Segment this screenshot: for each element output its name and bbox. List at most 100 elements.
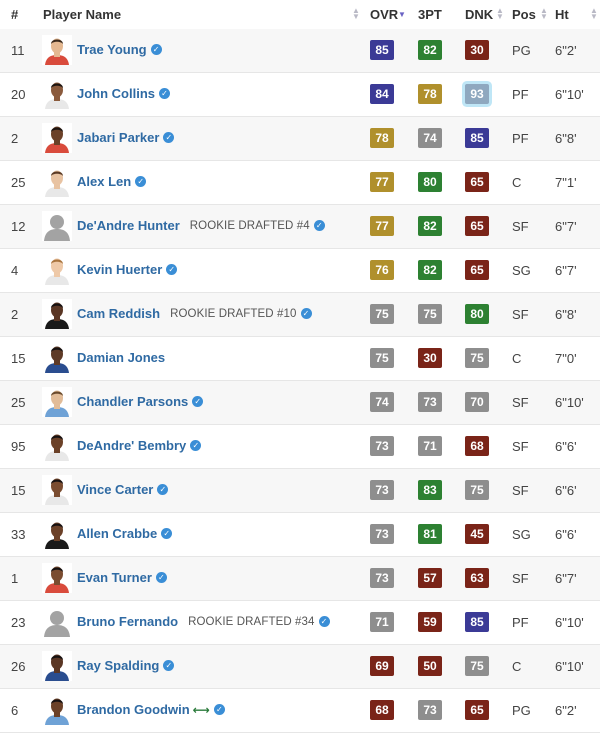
ovr-rating-badge: 84 bbox=[370, 84, 394, 104]
player-name-link[interactable]: Trae Young bbox=[77, 42, 147, 57]
player-avatar[interactable] bbox=[42, 343, 72, 373]
col-header-height[interactable]: Ht bbox=[555, 7, 569, 22]
dunk-rating-badge: 70 bbox=[465, 392, 489, 412]
verified-icon: ✓ bbox=[192, 396, 204, 407]
table-row[interactable]: 15 Vince Carter ✓ 73 83 75 SF 6"6' bbox=[0, 469, 600, 513]
jersey-number: 26 bbox=[11, 659, 26, 674]
table-row[interactable]: 25 Chandler Parsons ✓ 74 73 70 SF 6"10' bbox=[0, 381, 600, 425]
table-row[interactable]: 25 Alex Len ✓ 77 80 65 C 7"1' bbox=[0, 161, 600, 205]
table-row[interactable]: 2 Cam Reddish ROOKIE DRAFTED #10 ✓ 75 75 80 SF 6… bbox=[0, 293, 600, 337]
position: PF bbox=[512, 131, 529, 146]
player-name-link[interactable]: Jabari Parker bbox=[77, 130, 159, 145]
player-name-link[interactable]: Evan Turner bbox=[77, 570, 152, 585]
player-avatar[interactable] bbox=[42, 695, 72, 725]
rookie-label: ROOKIE DRAFTED #4 bbox=[189, 219, 310, 232]
player-avatar[interactable] bbox=[42, 563, 72, 593]
player-name-link[interactable]: Damian Jones bbox=[77, 350, 165, 365]
three-point-rating-badge: 82 bbox=[418, 40, 442, 60]
table-row[interactable]: 20 John Collins ✓ 84 78 93 PF 6"10' bbox=[0, 73, 600, 117]
player-name-link[interactable]: De'Andre Hunter bbox=[77, 218, 180, 233]
sort-desc-active-icon[interactable]: ▼ bbox=[398, 10, 406, 19]
player-name-link[interactable]: Chandler Parsons bbox=[77, 394, 188, 409]
ovr-rating-badge: 73 bbox=[370, 480, 394, 500]
player-avatar[interactable] bbox=[42, 387, 72, 417]
player-name-link[interactable]: Alex Len bbox=[77, 174, 131, 189]
position: SF bbox=[512, 219, 529, 234]
player-name-link[interactable]: Vince Carter bbox=[77, 482, 153, 497]
height: 6"7' bbox=[555, 219, 577, 234]
player-avatar[interactable] bbox=[42, 519, 72, 549]
table-row[interactable]: 95 DeAndre' Bembry ✓ 73 71 68 SF 6"6' bbox=[0, 425, 600, 469]
sort-icon[interactable]: ▲ ▼ bbox=[540, 7, 548, 21]
player-avatar[interactable] bbox=[42, 607, 72, 637]
height: 7"0' bbox=[555, 351, 577, 366]
player-name-cell: DeAndre' Bembry ✓ bbox=[77, 438, 202, 453]
player-name-link[interactable]: Cam Reddish bbox=[77, 306, 160, 321]
player-name-link[interactable]: Brandon Goodwin bbox=[77, 702, 190, 717]
table-row[interactable]: 12 De'Andre Hunter ROOKIE DRAFTED #4 ✓ 77 82 6… bbox=[0, 205, 600, 249]
height: 6"10' bbox=[555, 615, 584, 630]
player-name-link[interactable]: DeAndre' Bembry bbox=[77, 438, 186, 453]
col-header-pos[interactable]: Pos bbox=[512, 7, 536, 22]
sort-icon[interactable]: ▲ ▼ bbox=[590, 7, 598, 21]
player-name-link[interactable]: Kevin Huerter bbox=[77, 262, 162, 277]
table-row[interactable]: 11 Trae Young ✓ 85 82 30 PG 6"2' bbox=[0, 29, 600, 73]
dunk-rating-badge: 65 bbox=[465, 260, 489, 280]
verified-icon: ✓ bbox=[159, 88, 170, 99]
col-header-dnk[interactable]: DNK bbox=[465, 7, 493, 22]
three-point-rating-badge: 80 bbox=[418, 172, 442, 192]
player-name-cell: Bruno Fernando ROOKIE DRAFTED #34 ✓ bbox=[77, 614, 330, 629]
player-avatar[interactable] bbox=[42, 431, 72, 461]
table-row[interactable]: 2 Jabari Parker ✓ 78 74 85 PF 6"8' bbox=[0, 117, 600, 161]
table-row[interactable]: 23 Bruno Fernando ROOKIE DRAFTED #34 ✓ 71 59 8… bbox=[0, 601, 600, 645]
sort-icon[interactable]: ▲ ▼ bbox=[352, 7, 360, 21]
rookie-label: ROOKIE DRAFTED #34 bbox=[188, 615, 315, 628]
verified-icon: ✓ bbox=[313, 220, 325, 231]
col-header-number[interactable]: # bbox=[11, 7, 18, 22]
player-avatar[interactable] bbox=[42, 35, 72, 65]
player-name-link[interactable]: Allen Crabbe bbox=[77, 526, 157, 541]
col-header-ovr[interactable]: OVR bbox=[370, 7, 398, 22]
position: SG bbox=[512, 263, 531, 278]
height: 6"7' bbox=[555, 571, 577, 586]
rookie-label: ROOKIE DRAFTED #10 bbox=[170, 307, 297, 320]
three-point-rating-badge: 74 bbox=[418, 128, 442, 148]
table-row[interactable]: 1 Evan Turner ✓ 73 57 63 SF 6"7' bbox=[0, 557, 600, 601]
ovr-rating-badge: 85 bbox=[370, 40, 394, 60]
player-avatar[interactable] bbox=[42, 299, 72, 329]
player-avatar[interactable] bbox=[42, 211, 72, 241]
player-avatar[interactable] bbox=[42, 79, 72, 109]
verified-icon: ✓ bbox=[135, 176, 147, 187]
ovr-rating-badge: 75 bbox=[370, 348, 394, 368]
table-row[interactable]: 26 Ray Spalding ✓ 69 50 75 C 6"10' bbox=[0, 645, 600, 689]
position: C bbox=[512, 175, 522, 190]
ovr-rating-badge: 77 bbox=[370, 216, 394, 236]
player-name-link[interactable]: John Collins bbox=[77, 86, 155, 101]
player-name-link[interactable]: Ray Spalding bbox=[77, 658, 159, 673]
height: 6"6' bbox=[555, 527, 577, 542]
three-point-rating-badge: 73 bbox=[418, 700, 442, 720]
table-row[interactable]: 15 Damian Jones 75 30 75 C 7"0' bbox=[0, 337, 600, 381]
player-name-link[interactable]: Bruno Fernando bbox=[77, 614, 178, 629]
player-name-cell: Cam Reddish ROOKIE DRAFTED #10 ✓ bbox=[77, 306, 312, 321]
player-avatar[interactable] bbox=[42, 123, 72, 153]
ovr-rating-badge: 74 bbox=[370, 392, 394, 412]
three-point-rating-badge: 73 bbox=[418, 392, 442, 412]
col-header-player-name[interactable]: Player Name bbox=[43, 7, 121, 22]
col-header-3pt[interactable]: 3PT bbox=[418, 7, 442, 22]
verified-icon: ✓ bbox=[163, 132, 175, 143]
three-point-rating-badge: 30 bbox=[418, 348, 442, 368]
verified-icon: ✓ bbox=[300, 308, 312, 319]
jersey-number: 15 bbox=[11, 483, 26, 498]
table-row[interactable]: 6 Brandon Goodwin ⟷ ✓ 68 73 65 PG 6"2' bbox=[0, 689, 600, 733]
player-avatar[interactable] bbox=[42, 651, 72, 681]
sort-icon[interactable]: ▲ ▼ bbox=[496, 7, 504, 21]
height: 6"8' bbox=[555, 307, 577, 322]
three-point-rating-badge: 82 bbox=[418, 260, 442, 280]
player-avatar[interactable] bbox=[42, 475, 72, 505]
table-row[interactable]: 33 Allen Crabbe ✓ 73 81 45 SG 6"6' bbox=[0, 513, 600, 557]
table-row[interactable]: 4 Kevin Huerter ✓ 76 82 65 SG 6"7' bbox=[0, 249, 600, 293]
player-avatar[interactable] bbox=[42, 167, 72, 197]
dunk-rating-badge: 85 bbox=[465, 128, 489, 148]
player-avatar[interactable] bbox=[42, 255, 72, 285]
